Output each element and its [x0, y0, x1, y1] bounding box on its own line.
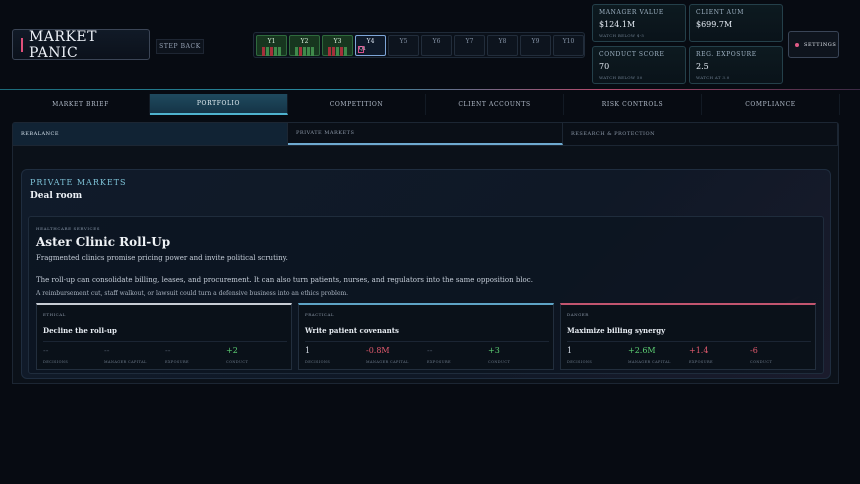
tab-risk-controls[interactable]: RISK CONTROLS	[564, 94, 702, 115]
top-bar: MARKET PANIC STEP BACK Y1 Y2 Y3 Y4 Q1 Y5…	[0, 0, 860, 90]
metric-note: WATCH BELOW $-5	[599, 33, 645, 38]
choice-divider	[567, 341, 811, 342]
metric-label: CLIENT AUM	[696, 9, 745, 16]
year-y8[interactable]: Y8	[487, 35, 518, 56]
app-logo: MARKET PANIC	[12, 28, 150, 61]
subtab-rebalance[interactable]: REBALANCE	[13, 123, 288, 145]
status-dot-icon	[795, 42, 799, 47]
year-quarters	[257, 47, 286, 56]
year-y10[interactable]: Y10	[553, 35, 584, 56]
choice-danger-card[interactable]: DANGER Maximize billing synergy 1 DECISIO…	[560, 303, 816, 370]
year-y5[interactable]: Y5	[388, 35, 419, 56]
year-label: Y9	[531, 38, 540, 45]
stat-exposure: +1.4 EXPOSURE	[689, 346, 714, 364]
case-tagline: Fragmented clinics promise pricing power…	[36, 254, 288, 262]
metric-value: 2.5	[696, 62, 709, 71]
conduct-score-card: CONDUCT SCORE 70 WATCH BELOW 50	[592, 46, 686, 84]
subtab-research-protection[interactable]: RESEARCH & PROTECTION	[563, 123, 838, 145]
header-divider	[0, 89, 860, 90]
choice-ethical-card[interactable]: ETHICAL Decline the roll-up -- DECISIONS …	[36, 303, 292, 370]
tab-client-accounts[interactable]: CLIENT ACCOUNTS	[426, 94, 564, 115]
main-nav: MARKET BRIEF PORTFOLIO COMPETITION CLIEN…	[12, 94, 840, 115]
year-label: Y4	[366, 38, 375, 45]
choice-name: Decline the roll-up	[43, 326, 117, 335]
year-timeline: Y1 Y2 Y3 Y4 Q1 Y5 Y6 Y7 Y8 Y9 Y10	[253, 32, 585, 58]
deal-room-kicker: PRIVATE MARKETS	[30, 178, 127, 187]
year-label: Y1	[267, 38, 276, 45]
year-label: Y8	[498, 38, 507, 45]
year-label: Y3	[333, 38, 342, 45]
year-label: Y7	[465, 38, 474, 45]
year-quarters	[290, 47, 319, 56]
year-label: Y6	[432, 38, 441, 45]
stat-manager-capital: -0.8M MANAGER CAPITAL	[366, 346, 409, 364]
choice-type: ETHICAL	[43, 312, 66, 317]
stat-conduct: -6 CONDUCT	[750, 346, 773, 364]
year-y3[interactable]: Y3	[322, 35, 353, 56]
stat-conduct: +2 CONDUCT	[226, 346, 249, 364]
metric-value: $699.7M	[696, 20, 733, 29]
metric-note: WATCH AT 3.0	[696, 75, 730, 80]
case-body: The roll-up can consolidate billing, lea…	[36, 276, 533, 284]
tab-market-brief[interactable]: MARKET BRIEF	[12, 94, 150, 115]
stat-exposure: -- EXPOSURE	[427, 346, 452, 364]
stat-conduct: +3 CONDUCT	[488, 346, 511, 364]
stat-manager-capital: +2.6M MANAGER CAPITAL	[628, 346, 671, 364]
year-y2[interactable]: Y2	[289, 35, 320, 56]
metric-value: $124.1M	[599, 20, 636, 29]
portfolio-subnav: REBALANCE PRIVATE MARKETS RESEARCH & PRO…	[12, 122, 839, 146]
choice-practical-card[interactable]: PRACTICAL Write patient covenants 1 DECIS…	[298, 303, 554, 370]
case-sector: HEALTHCARE SERVICES	[36, 226, 101, 231]
client-aum-card: CLIENT AUM $699.7M	[689, 4, 783, 42]
choice-stats: -- DECISIONS -- MANAGER CAPITAL -- EXPOSURE…	[43, 346, 287, 364]
choice-name: Maximize billing synergy	[567, 326, 666, 335]
stat-exposure: -- EXPOSURE	[165, 346, 190, 364]
year-label: Y2	[300, 38, 309, 45]
metric-label: CONDUCT SCORE	[599, 51, 665, 58]
step-back-button[interactable]: STEP BACK	[156, 39, 204, 54]
case-title: Aster Clinic Roll-Up	[36, 235, 171, 249]
metric-note: WATCH BELOW 50	[599, 75, 643, 80]
choice-stats: 1 DECISIONS -0.8M MANAGER CAPITAL -- EXPOSU…	[305, 346, 549, 364]
stat-decisions: 1 DECISIONS	[305, 346, 331, 364]
metric-value: 70	[599, 62, 610, 71]
metric-label: REG. EXPOSURE	[696, 51, 757, 58]
year-y9[interactable]: Y9	[520, 35, 551, 56]
tab-competition[interactable]: COMPETITION	[288, 94, 426, 115]
choice-divider	[305, 341, 549, 342]
settings-button[interactable]: SETTINGS	[788, 31, 839, 58]
choice-type: PRACTICAL	[305, 312, 335, 317]
year-y7[interactable]: Y7	[454, 35, 485, 56]
tab-compliance[interactable]: COMPLIANCE	[702, 94, 840, 115]
year-quarters	[323, 47, 352, 56]
settings-label: SETTINGS	[804, 41, 837, 48]
current-quarter-marker: Q1	[358, 46, 367, 53]
subtab-private-markets[interactable]: PRIVATE MARKETS	[288, 123, 563, 145]
stat-manager-capital: -- MANAGER CAPITAL	[104, 346, 147, 364]
tab-portfolio[interactable]: PORTFOLIO	[150, 94, 288, 115]
reg-exposure-card: REG. EXPOSURE 2.5 WATCH AT 3.0	[689, 46, 783, 84]
year-label: Y10	[562, 38, 575, 45]
choice-divider	[43, 341, 287, 342]
stat-decisions: 1 DECISIONS	[567, 346, 593, 364]
year-y1[interactable]: Y1	[256, 35, 287, 56]
case-warning: A reimbursement cut, staff walkout, or l…	[36, 290, 349, 297]
year-label: Y5	[399, 38, 408, 45]
choice-stats: 1 DECISIONS +2.6M MANAGER CAPITAL +1.4 EXPO…	[567, 346, 811, 364]
manager-value-card: MANAGER VALUE $124.1M WATCH BELOW $-5	[592, 4, 686, 42]
app-title: MARKET PANIC	[28, 28, 97, 61]
stat-decisions: -- DECISIONS	[43, 346, 69, 364]
deal-room-title: Deal room	[30, 191, 83, 201]
choice-name: Write patient covenants	[305, 326, 399, 335]
logo-accent-bar	[21, 37, 23, 52]
choice-type: DANGER	[567, 312, 589, 317]
deal-case: HEALTHCARE SERVICES Aster Clinic Roll-Up…	[28, 216, 824, 374]
year-y6[interactable]: Y6	[421, 35, 452, 56]
metric-label: MANAGER VALUE	[599, 9, 664, 16]
year-y4[interactable]: Y4 Q1	[355, 35, 386, 56]
